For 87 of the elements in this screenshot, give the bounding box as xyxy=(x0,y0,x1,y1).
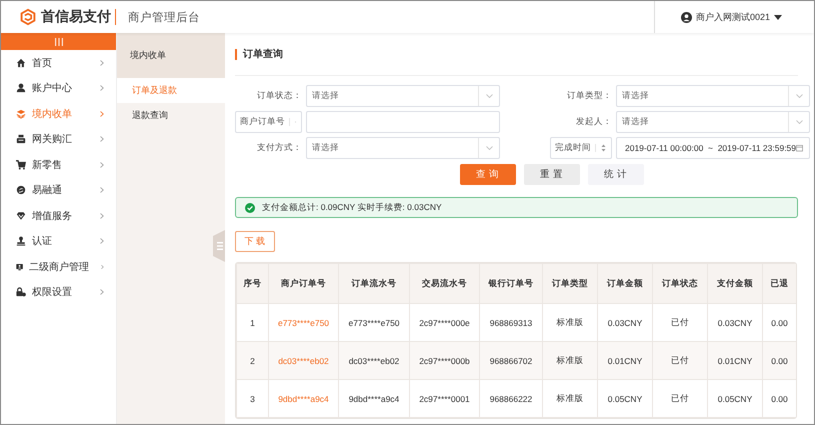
table-cell: 968866702 xyxy=(480,342,542,380)
column-header: 订单状态 xyxy=(652,264,708,304)
table-cell: 标准版 xyxy=(542,342,598,380)
action-button[interactable]: 重 置 xyxy=(524,164,580,185)
diamond-icon xyxy=(16,210,26,221)
layers-icon xyxy=(16,108,26,119)
input-field[interactable] xyxy=(306,111,500,133)
select-field[interactable]: 请选择 xyxy=(616,111,810,133)
chevron-right-icon xyxy=(100,187,104,194)
menu-toggle-icon xyxy=(54,38,64,46)
logo-icon xyxy=(20,7,36,27)
table-cell: 0.01CNY xyxy=(708,342,762,380)
chevron-right-icon xyxy=(100,238,104,244)
sidebar-item[interactable]: 网关购汇 xyxy=(1,126,116,152)
table-cell: 0.05CNY xyxy=(598,380,652,418)
type-select[interactable]: 商户订单号 xyxy=(235,111,302,133)
chevron-right-icon xyxy=(101,264,104,270)
sidebar-item[interactable]: 增值服务 xyxy=(1,203,116,228)
chevron-down-icon xyxy=(486,94,492,98)
column-header: 订单流水号 xyxy=(338,264,410,304)
chevron-down-icon xyxy=(486,146,492,150)
chevron-right-icon xyxy=(100,162,104,168)
brand-name: 首信易支付 xyxy=(41,8,111,26)
table-cell: 0.00 xyxy=(762,342,796,380)
collapse-handle[interactable] xyxy=(213,230,225,262)
field-label: 发起人： xyxy=(575,116,612,128)
home-icon xyxy=(16,58,26,68)
chevron-right-icon xyxy=(100,289,104,296)
sidebar-item[interactable]: 二级商户管理 xyxy=(1,254,116,280)
column-header: 序号 xyxy=(236,264,268,304)
column-header: 交易流水号 xyxy=(410,264,480,304)
table-cell: 3 xyxy=(236,380,268,418)
chevron-right-icon xyxy=(100,136,104,142)
table-cell: 已付 xyxy=(652,380,708,418)
summary-text: 支付金额总计: 0.09CNY 实时手续费: 0.03CNY xyxy=(262,202,442,214)
cart-icon xyxy=(16,160,26,170)
column-header: 银行订单号 xyxy=(480,264,542,304)
select-field[interactable]: 请选择 xyxy=(306,137,500,159)
chevron-right-icon xyxy=(100,110,104,117)
field-label: 订单状态： xyxy=(256,90,302,102)
date-range-field[interactable]: 2019-07-11 00:00:00 ~ 2019-07-11 23:59:59 xyxy=(616,137,810,159)
sidebar-item[interactable]: 认证 xyxy=(1,228,116,254)
lock-icon xyxy=(16,287,26,298)
user-icon xyxy=(680,12,692,22)
table-cell: 已付 xyxy=(652,342,708,380)
sidebar-item[interactable]: 易融通 xyxy=(1,178,116,203)
page-title: 订单查询 xyxy=(235,48,283,60)
check-circle-icon xyxy=(245,202,255,212)
chevron-down-icon xyxy=(796,120,802,124)
field-label: 支付方式： xyxy=(256,142,302,154)
sidebar-item[interactable]: 账户中心 xyxy=(1,76,116,101)
chevron-right-icon xyxy=(100,212,104,219)
column-header: 支付金额 xyxy=(708,264,762,304)
table-cell: dc03****eb02 xyxy=(338,342,410,380)
table-cell: 标准版 xyxy=(542,380,598,418)
table-cell: 0.05CNY xyxy=(708,380,762,418)
table-cell: 2 xyxy=(236,342,268,380)
field-label: 订单类型： xyxy=(566,90,612,102)
app-title: 商户管理后台 xyxy=(128,10,200,24)
submenu-item[interactable]: 退款查询 xyxy=(117,103,225,128)
chevron-right-icon xyxy=(100,60,104,66)
table-cell: 968866222 xyxy=(480,380,542,418)
user-icon xyxy=(16,83,26,94)
table-cell: 9dbd****a9c4 xyxy=(338,380,410,418)
id-card-icon xyxy=(16,262,24,272)
chevron-down-icon xyxy=(796,94,802,98)
column-header: 订单金额 xyxy=(598,264,652,304)
column-header: 订单类型 xyxy=(542,264,598,304)
select-field[interactable]: 请选择 xyxy=(306,85,500,107)
table-cell: 2c97****0001 xyxy=(410,380,480,418)
table-cell: 0.01CNY xyxy=(598,342,652,380)
submenu-group: 境内收单 xyxy=(117,33,225,78)
table-cell: 2c97****000b xyxy=(410,342,480,380)
column-header: 商户订单号 xyxy=(268,264,338,304)
select-field[interactable]: 请选择 xyxy=(616,85,810,107)
swirl-icon xyxy=(16,185,26,196)
sidebar-item[interactable]: 新零售 xyxy=(1,152,116,178)
caret-icon xyxy=(774,14,782,20)
column-header: 已退 xyxy=(762,264,796,304)
sidebar-item[interactable]: 首页 xyxy=(1,50,116,76)
briefcase-icon xyxy=(16,134,26,144)
stamp-icon xyxy=(16,236,26,246)
sidebar-item[interactable]: 权限设置 xyxy=(1,280,116,305)
type-select[interactable]: 完成时间 xyxy=(550,137,612,159)
action-button[interactable]: 统 计 xyxy=(588,164,644,185)
calendar-icon xyxy=(796,144,803,152)
chevron-right-icon xyxy=(100,85,104,92)
